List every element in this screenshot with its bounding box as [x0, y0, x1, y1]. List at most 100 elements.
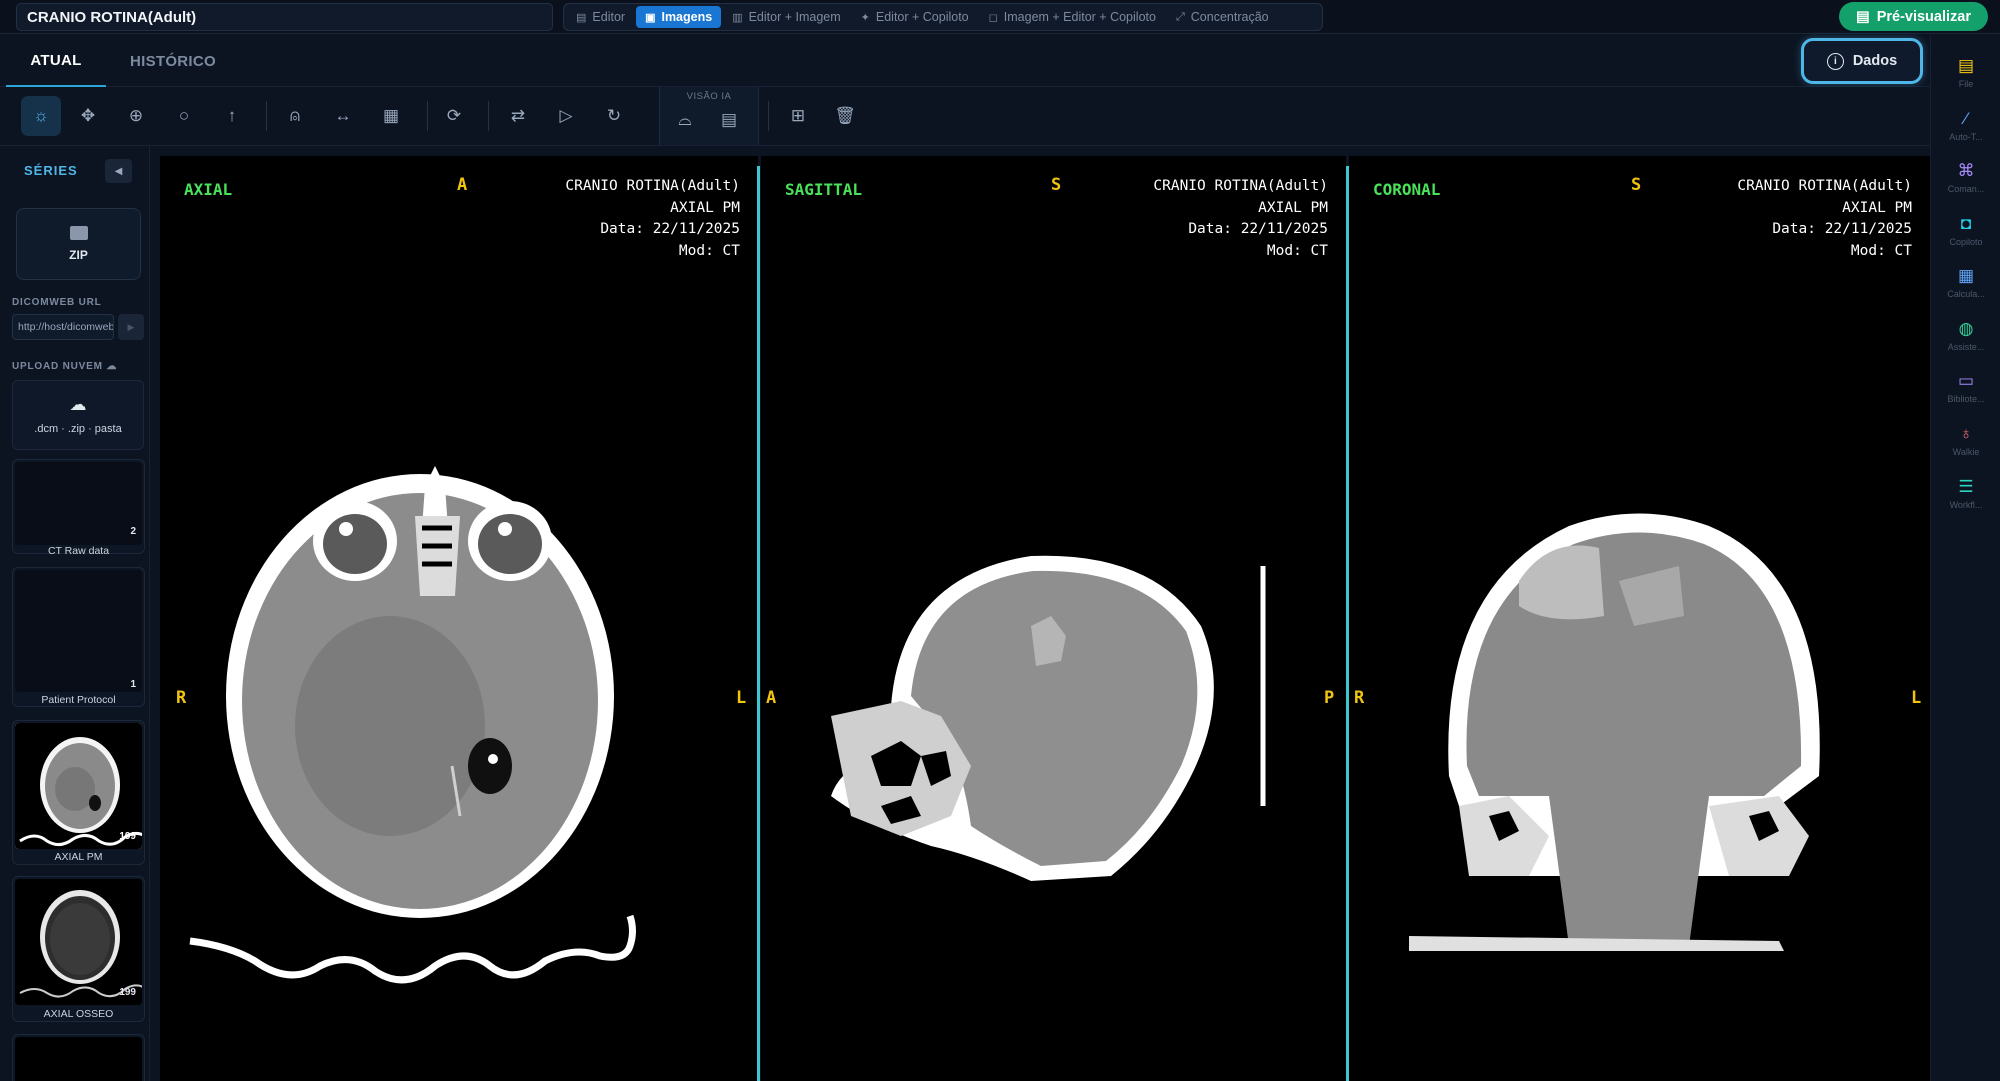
viewport-sagittal[interactable]: SAGITTAL S A P CRANIO ROTINA(Adult) AXIA…: [761, 156, 1346, 1081]
info-date: Data: 22/11/2025: [600, 221, 740, 237]
zip-upload-button[interactable]: ZIP: [16, 208, 141, 280]
series-label: AXIAL OSSEO: [43, 1008, 114, 1020]
sidebar-item-walkie[interactable]: ♁ Walkie: [1931, 425, 2000, 475]
sidebar-item-biblioteca[interactable]: ▭ Bibliote...: [1931, 372, 2000, 422]
ai-vision-label: VISÃO IA: [686, 91, 732, 102]
axial-ct-image: [189, 466, 636, 984]
mode-label: Imagem + Editor + Copiloto: [1003, 10, 1156, 24]
mode-label: Imagens: [661, 10, 713, 24]
viewport-info: CRANIO ROTINA(Adult) AXIAL PM Data: 22/1…: [1737, 176, 1912, 262]
upload-hint: .dcm · .zip · pasta: [34, 423, 122, 435]
viewport-axial[interactable]: AXIAL A R L CRANIO ROTINA(Adult) AXIAL P…: [160, 156, 758, 1081]
layout-icon[interactable]: ▦: [371, 96, 411, 136]
sidebar-item-calculadora[interactable]: ▦ Calcula...: [1931, 267, 2000, 317]
measure-icon[interactable]: ↔: [323, 96, 363, 136]
series-label: Patient Protocol: [41, 694, 116, 706]
flip-icon[interactable]: ⇄: [498, 96, 538, 136]
ai-report-icon[interactable]: ▤: [712, 103, 746, 137]
dicomweb-url-input[interactable]: http://host/dicomweb: [12, 314, 114, 340]
sidebar-item-workflow[interactable]: ☰ Workfl...: [1931, 478, 2000, 528]
reset-icon[interactable]: ⟳: [434, 96, 474, 136]
cloud-icon: ☁: [106, 361, 118, 372]
sidebar-item-copiloto[interactable]: ◘ Copiloto: [1931, 215, 2000, 265]
globe-icon: ◍: [1958, 319, 1974, 338]
sidebar-item-assistente[interactable]: ◍ Assiste...: [1931, 320, 2000, 370]
info-series: AXIAL PM: [1258, 199, 1328, 216]
info-study: CRANIO ROTINA(Adult): [1153, 178, 1328, 194]
ai-scan-icon[interactable]: ⌓: [668, 103, 702, 137]
mode-imagens-button[interactable]: ▣ Imagens: [636, 6, 722, 28]
sparkle-icon: ✦: [860, 11, 870, 24]
app-root: CRANIO ROTINA(Adult) ▤ Editor ▣ Imagens ▥ E…: [0, 0, 2000, 1081]
viewport-title: CORONAL: [1373, 180, 1441, 199]
collapse-sidebar-button[interactable]: ◀: [105, 159, 132, 183]
viewport-coronal[interactable]: CORONAL S R L CRANIO ROTINA(Adult) AXIAL…: [1349, 156, 1930, 1081]
split-icon: ▥: [732, 11, 743, 24]
series-thumbnail: [15, 1037, 142, 1081]
dados-label: Dados: [1852, 53, 1898, 69]
calculator-icon: ▦: [1957, 266, 1975, 285]
series-item-axial-pm[interactable]: 199 AXIAL PM: [12, 720, 145, 865]
wand-icon: ⁄: [1964, 109, 1968, 128]
brightness-icon[interactable]: ☼: [21, 96, 61, 136]
preview-button[interactable]: ▤ Pré-visualizar: [1839, 2, 1988, 31]
play-icon[interactable]: ▷: [546, 96, 586, 136]
person-icon[interactable]: ⍝: [275, 96, 315, 136]
orientation-right: L: [1911, 688, 1922, 708]
series-item-patient-protocol[interactable]: 1 Patient Protocol: [12, 567, 145, 707]
grid-icon[interactable]: ⊞: [778, 96, 818, 136]
mode-editor-button[interactable]: ▤ Editor: [567, 6, 634, 28]
arrow-up-icon[interactable]: ↑: [212, 96, 252, 136]
sagittal-ct-image: [831, 555, 1266, 881]
study-title-input[interactable]: CRANIO ROTINA(Adult): [16, 3, 553, 31]
cloud-upload-dropzone[interactable]: ☁ .dcm · .zip · pasta: [12, 380, 144, 450]
image-viewer: AXIAL A R L CRANIO ROTINA(Adult) AXIAL P…: [150, 146, 1930, 1081]
clipboard-icon: ▤: [1957, 56, 1975, 75]
pan-icon[interactable]: ✥: [68, 96, 108, 136]
series-title: SÉRIES: [24, 163, 78, 178]
mode-editor-imagem-button[interactable]: ▥ Editor + Imagem: [723, 6, 849, 28]
upload-cloud-label: UPLOAD NUVEM ☁: [12, 361, 118, 372]
tabs-row: ATUAL HISTÓRICO: [0, 35, 1930, 87]
magnify-icon[interactable]: ○: [164, 96, 204, 136]
sidebar-item-label: Auto-T...: [1949, 132, 1983, 142]
orientation-left: R: [176, 688, 187, 708]
tab-historico[interactable]: HISTÓRICO: [112, 35, 234, 87]
trash-icon[interactable]: 🗑: [825, 96, 865, 136]
sidebar-item-comandos[interactable]: ⌘ Coman...: [1931, 162, 2000, 212]
mode-label: Concentração: [1190, 10, 1269, 24]
sidebar-item-label: Calcula...: [1947, 289, 1985, 299]
series-label: AXIAL PM: [54, 851, 103, 863]
mode-editor-copiloto-button[interactable]: ✦ Editor + Copiloto: [852, 6, 978, 28]
dicomweb-label: DICOMWEB URL: [12, 297, 102, 308]
info-modality: Mod: CT: [1266, 242, 1328, 259]
series-thumbnail: [15, 462, 142, 545]
series-label: CT Raw data: [47, 545, 110, 557]
viewport-divider[interactable]: [757, 166, 760, 1081]
series-item-ct-raw-data[interactable]: 2 CT Raw data: [12, 459, 145, 557]
dados-button[interactable]: i Dados: [1801, 38, 1923, 84]
top-bar: CRANIO ROTINA(Adult) ▤ Editor ▣ Imagens ▥ E…: [0, 0, 2000, 34]
orientation-top: A: [457, 175, 468, 195]
info-date: Data: 22/11/2025: [1772, 221, 1912, 237]
dicomweb-go-button[interactable]: ▶: [118, 314, 144, 340]
info-modality: Mod: CT: [678, 242, 740, 259]
sidebar-item-file[interactable]: ▤ File: [1931, 57, 2000, 107]
mode-label: Editor + Copiloto: [875, 10, 969, 24]
rotate-icon[interactable]: ↻: [594, 96, 634, 136]
sidebar-item-label: File: [1958, 79, 1974, 89]
series-item-more[interactable]: [12, 1034, 145, 1081]
tab-atual[interactable]: ATUAL: [6, 35, 106, 87]
series-item-axial-osseo[interactable]: 199 AXIAL OSSEO: [12, 876, 145, 1022]
sidebar-item-label: Assiste...: [1947, 342, 1985, 352]
series-count: 199: [119, 831, 136, 842]
info-study: CRANIO ROTINA(Adult): [1737, 178, 1912, 194]
viewport-title: SAGITTAL: [785, 180, 863, 199]
sidebar-item-auto-t[interactable]: ⁄ Auto-T...: [1931, 110, 2000, 160]
bot-icon: ◘: [1960, 214, 1972, 233]
series-count: 2: [130, 526, 136, 537]
mode-imagem-editor-copiloto-button[interactable]: ◻ Imagem + Editor + Copiloto: [980, 6, 1165, 28]
mode-concentracao-button[interactable]: ⤢ Concentração: [1167, 6, 1278, 28]
sidebar-item-label: Walkie: [1952, 447, 1980, 457]
zoom-icon[interactable]: ⊕: [116, 96, 156, 136]
